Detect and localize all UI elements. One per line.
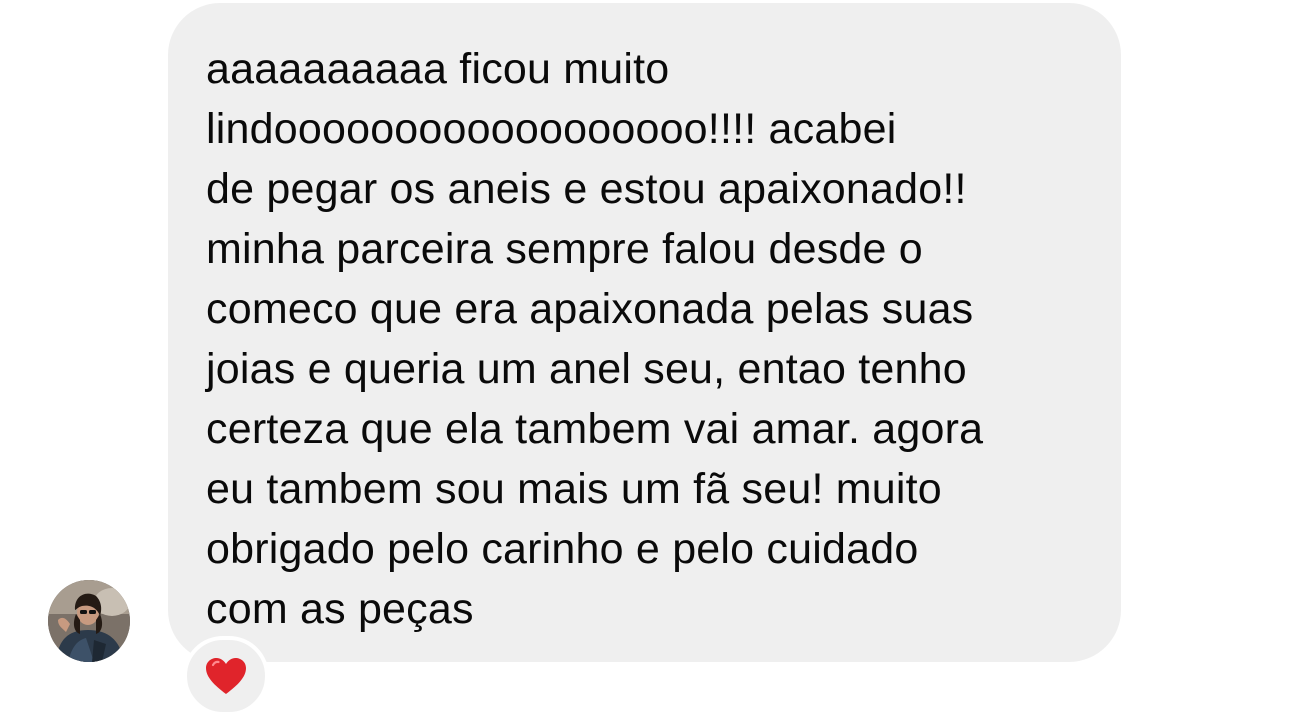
message-line: obrigado pelo carinho e pelo cuidado bbox=[206, 525, 919, 573]
message-line: certeza que ela tambem vai amar. agora bbox=[206, 405, 984, 453]
message-line: eu tambem sou mais um fã seu! muito bbox=[206, 465, 942, 513]
message-line: comeco que era apaixonada pelas suas bbox=[206, 285, 974, 333]
chat-thread: aaaaaaaaaa ficou muito lindooooooooooooo… bbox=[0, 0, 1290, 719]
sender-avatar[interactable] bbox=[48, 580, 130, 662]
red-heart-icon bbox=[206, 658, 246, 694]
message-line: aaaaaaaaaa ficou muito bbox=[206, 45, 670, 93]
message-line: lindoooooooooooooooooo!!!! acabei bbox=[206, 105, 897, 153]
message-line: de pegar os aneis e estou apaixonado!! bbox=[206, 165, 967, 213]
profile-photo-icon bbox=[48, 580, 130, 662]
message-line: joias e queria um anel seu, entao tenho bbox=[206, 345, 967, 393]
message-line: com as peças bbox=[206, 585, 474, 633]
message-bubble[interactable]: aaaaaaaaaa ficou muito lindooooooooooooo… bbox=[168, 3, 1121, 662]
reaction-badge[interactable] bbox=[183, 636, 269, 716]
message-line: minha parceira sempre falou desde o bbox=[206, 225, 923, 273]
